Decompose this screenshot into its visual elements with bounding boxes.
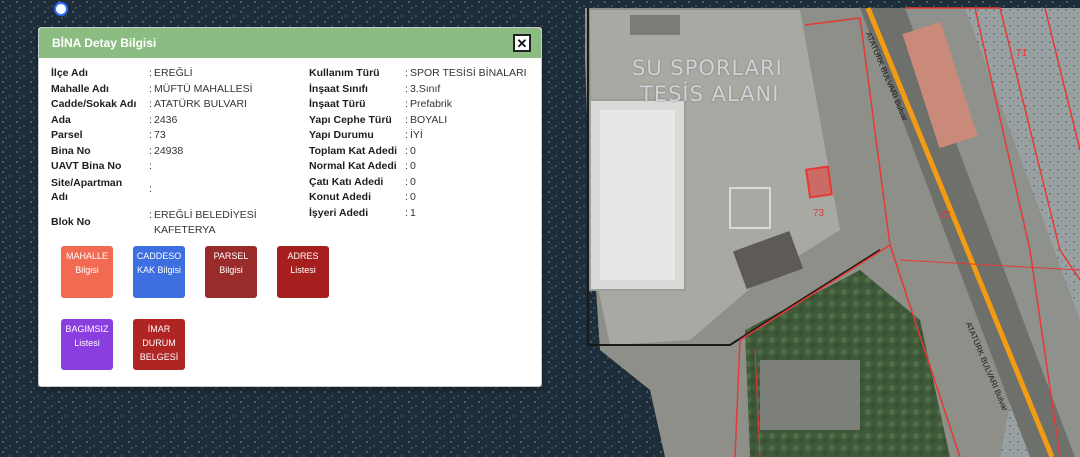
info-row: Mahalle Adı: MÜFTÜ MAHALLESİ [51,82,309,98]
field-value: 73 [154,129,166,141]
field-label: Blok No [51,215,91,228]
large-building-roof [600,110,675,280]
area-label-line1: SU SPORLARI [632,56,783,80]
field-label: İlçe Adı [51,67,88,79]
parcel-info-button[interactable]: PARSEL Bilgisi [205,246,257,298]
info-row: Kullanım Türü: SPOR TESİSİ BİNALARI [309,66,527,82]
parcel-label-73: 73 [813,208,825,219]
field-label: İşyeri Adedi [309,206,369,219]
info-row: İşyeri Adedi:1 [309,206,527,222]
field-label: UAVT Bina No [51,160,122,172]
zoning-document-button[interactable]: İMAR DURUM BELGESİ [133,319,185,370]
field-label: Çatı Katı Adedi [309,175,384,188]
info-row: Site/Apartman Adı: [51,176,152,203]
info-row: Konut Adedi:0 [309,190,527,206]
close-icon[interactable]: ✕ [513,34,531,52]
info-row: Çatı Katı Adedi:0 [309,175,527,191]
area-label-line2: TESİS ALANI [640,82,780,106]
field-value: Prefabrik [410,98,453,110]
info-row: Cadde/Sokak Adı: ATATÜRK BULVARI [51,97,309,113]
info-row: Ada:2436 [51,113,309,129]
field-label: Site/Apartman Adı [51,176,123,203]
field-value: 24938 [154,144,184,157]
street-info-button[interactable]: CADDESO KAK Bilgisi [133,246,185,298]
field-value: 0 [410,160,416,172]
info-row: Normal Kat Adedi:0 [309,159,527,175]
field-label: Toplam Kat Adedi [309,144,398,157]
action-buttons: MAHALLE Bilgisi CADDESO KAK Bilgisi PARS… [61,246,361,376]
location-dot-icon [54,2,68,16]
panel-title: BİNA Detay Bilgisi [52,36,157,50]
field-label: Konut Adedi [309,191,372,203]
info-grid: İlçe Adı: EREĞLİ Mahalle Adı: MÜFTÜ MAHALL… [51,66,533,238]
field-value: İYİ [410,129,423,141]
info-column-right: Kullanım Türü: SPOR TESİSİ BİNALARI İnşaa… [309,66,527,238]
info-row: Yapı Cephe Türü: BOYALI [309,113,527,129]
independent-units-button[interactable]: BAGIMSIZ Listesi [61,319,113,370]
field-value: 0 [410,191,416,203]
info-row: UAVT Bina No: [51,159,309,175]
field-value: 3.Sınıf [410,82,441,95]
field-label: Normal Kat Adedi [309,160,397,172]
field-value: 2436 [154,113,178,126]
field-label: Bina No [51,144,91,157]
parcel-label-71: 71 [1016,48,1028,59]
field-value: BOYALI [410,113,448,126]
selected-building-marker [805,165,833,199]
info-row: Blok No: EREĞLİ BELEDİYESİ KAFETERYA [51,208,309,238]
field-label: Mahalle Adı [51,82,109,95]
parcel-label-72: 72 [940,210,952,221]
info-row: Parsel:73 [51,128,309,144]
info-row: Bina No:24938 [51,144,309,160]
field-label: Ada [51,113,71,126]
field-label: Yapı Durumu [309,129,374,141]
field-value: 0 [410,175,416,188]
info-row: Toplam Kat Adedi:0 [309,144,527,160]
field-value: MÜFTÜ MAHALLESİ [154,82,253,95]
mahalle-info-button[interactable]: MAHALLE Bilgisi [61,246,113,298]
rooftop [630,15,680,35]
field-value: 1 [410,206,416,219]
field-label: İnşaat Türü [309,98,366,110]
parking-lot [760,360,860,430]
field-value: ATATÜRK BULVARI [154,98,247,110]
field-label: İnşaat Sınıfı [309,82,368,95]
building-detail-panel: BİNA Detay Bilgisi ✕ İlçe Adı: EREĞLİ Mah… [38,27,542,387]
info-column-left: İlçe Adı: EREĞLİ Mahalle Adı: MÜFTÜ MAHALL… [51,66,309,238]
address-list-button[interactable]: ADRES Listesi [277,246,329,298]
field-label: Cadde/Sokak Adı [51,98,137,110]
panel-header: BİNA Detay Bilgisi ✕ [39,28,541,58]
field-value: EREĞLİ BELEDİYESİ KAFETERYA [154,208,257,236]
field-label: Parsel [51,129,83,141]
info-row: İlçe Adı: EREĞLİ [51,66,309,82]
field-value: EREĞLİ [154,67,193,79]
info-row: İnşaat Türü: Prefabrik [309,97,527,113]
field-label: Yapı Cephe Türü [309,113,392,126]
field-label: Kullanım Türü [309,67,380,79]
field-value: SPOR TESİSİ BİNALARI [410,67,527,79]
info-row: Yapı Durumu: İYİ [309,128,527,144]
info-row: İnşaat Sınıfı:3.Sınıf [309,82,527,98]
field-value: 0 [410,144,416,157]
